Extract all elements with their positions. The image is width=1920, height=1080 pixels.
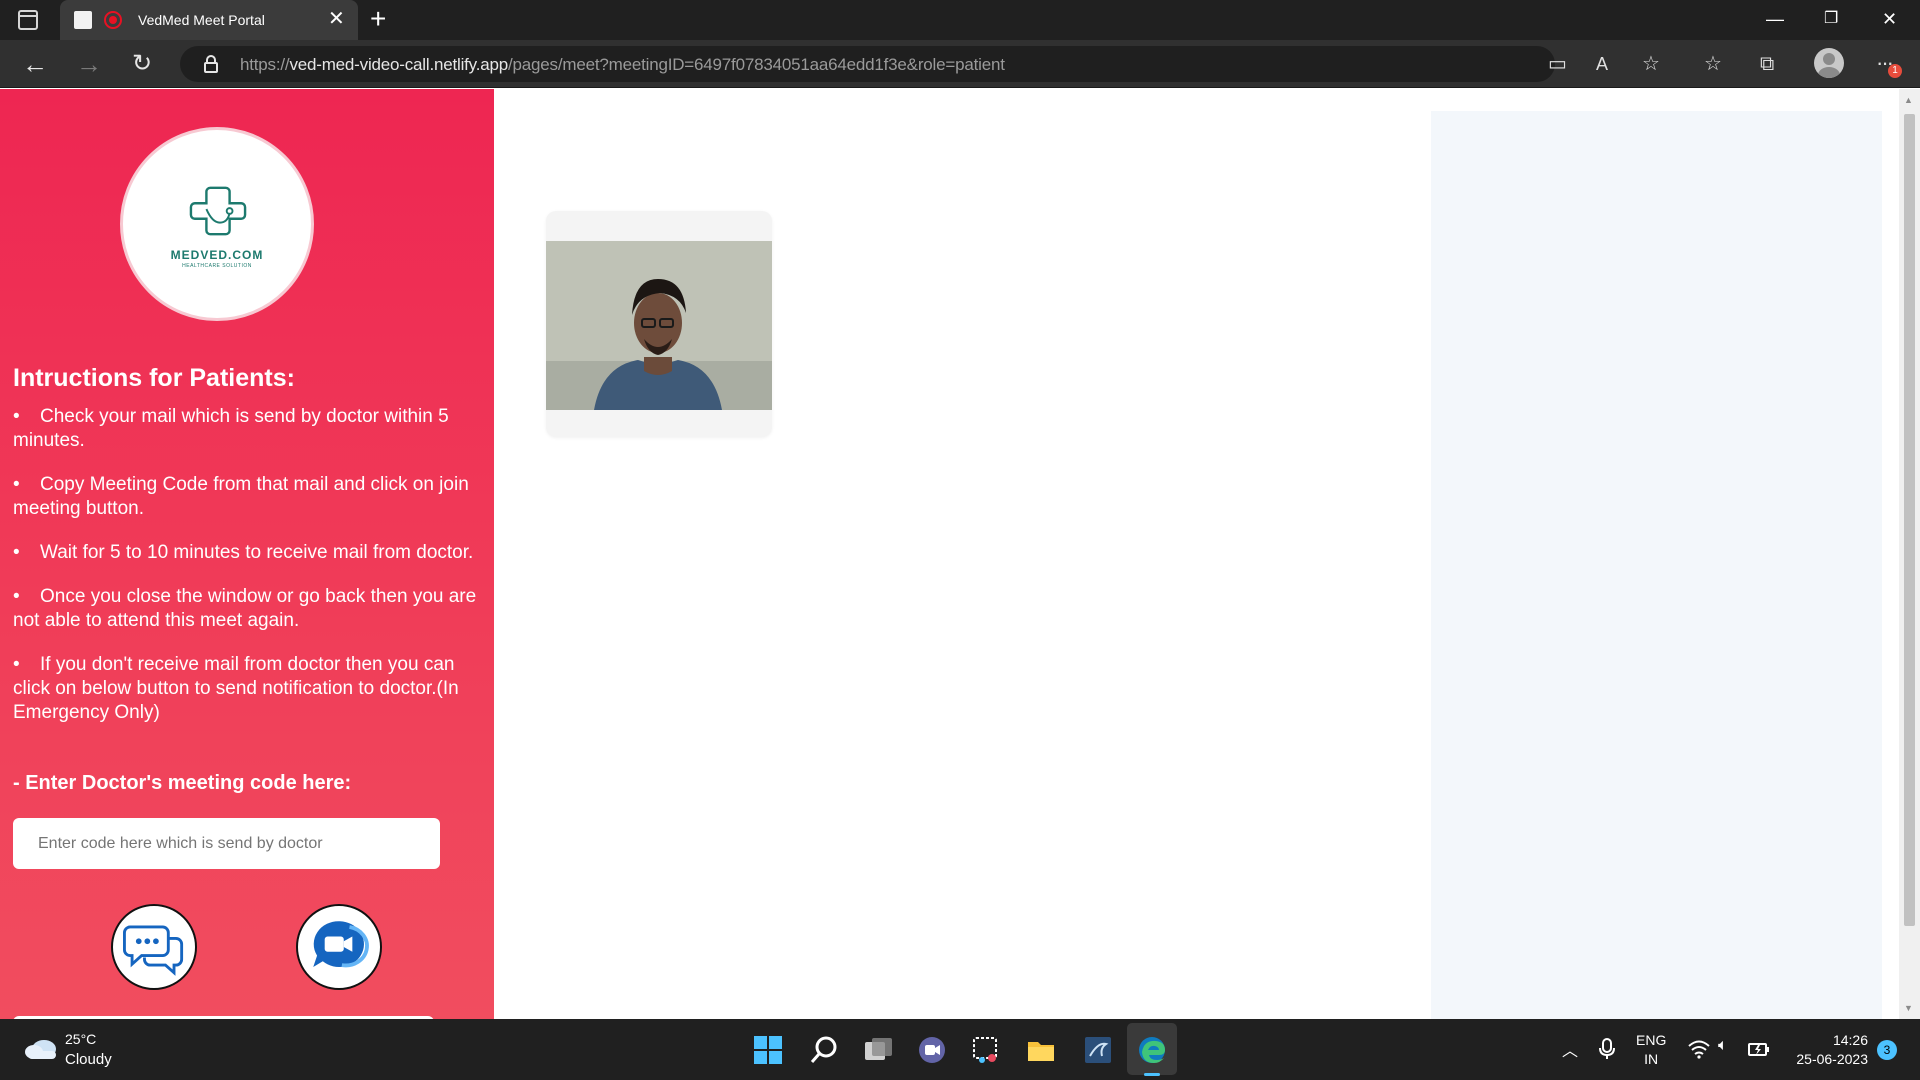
wifi-icon[interactable] (1688, 1039, 1710, 1059)
sql-server-icon[interactable] (1082, 1034, 1114, 1066)
show-hidden-icons-button[interactable]: ︿ (1562, 1037, 1578, 1061)
close-window-button[interactable]: ✕ (1882, 8, 1897, 30)
tab-title: VedMed Meet Portal (138, 12, 265, 28)
address-bar-row: ← → ↻ https://ved-med-video-call.netlify… (0, 40, 1920, 88)
language-indicator[interactable]: ENG IN (1636, 1031, 1666, 1069)
search-icon[interactable] (808, 1034, 840, 1066)
start-video-call-button[interactable] (296, 904, 382, 990)
medved-logo: MEDVED.COM HEALTHCARE SOLUTION (120, 127, 314, 321)
url-text[interactable]: https://ved-med-video-call.netlify.app/p… (240, 55, 1005, 75)
camera-feed (546, 241, 772, 410)
volume-icon[interactable]: 🔈︎ (1718, 1037, 1728, 1055)
teams-chat-icon[interactable] (916, 1034, 948, 1066)
read-aloud-icon[interactable]: A (1596, 52, 1608, 76)
minimize-button[interactable]: — (1766, 8, 1784, 30)
camera-permission-icon[interactable]: ▭ (1548, 52, 1567, 76)
add-favorite-icon[interactable]: ☆ (1642, 52, 1660, 76)
tab-actions-icon[interactable] (18, 10, 38, 30)
notification-center-badge[interactable]: 3 (1877, 1040, 1897, 1060)
close-tab-icon[interactable]: ✕ (328, 8, 345, 30)
browser-title-bar: VedMed Meet Portal ✕ + — ❐ ✕ (0, 0, 1920, 40)
scroll-up-arrow-icon[interactable]: ▲ (1904, 95, 1913, 105)
logo-name: MEDVED.COM (170, 248, 264, 262)
system-clock[interactable]: 14:26 25-06-2023 (1780, 1031, 1868, 1069)
lock-icon[interactable] (204, 55, 218, 73)
page-favicon-icon (74, 11, 92, 29)
windows-taskbar: 25°C Cloudy ︿ ENG IN 🔈︎ 14:26 25-06-2023… (0, 1019, 1920, 1080)
weather-temperature[interactable]: 25°C (65, 1031, 96, 1047)
instruction-item: • Copy Meeting Code from that mail and cl… (13, 474, 469, 519)
participant-video-image (546, 241, 772, 410)
start-menu-icon[interactable] (752, 1034, 784, 1066)
browser-tab[interactable]: VedMed Meet Portal ✕ (60, 0, 358, 40)
refresh-button[interactable]: ↻ (132, 50, 152, 78)
instruction-item: • Check your mail which is send by doctor… (13, 406, 449, 451)
edge-browser-icon[interactable] (1136, 1034, 1168, 1066)
video-call-icon (313, 921, 369, 968)
new-tab-button[interactable]: + (370, 4, 386, 34)
local-video-tile (546, 211, 772, 437)
profile-avatar[interactable] (1814, 48, 1844, 78)
active-app-indicator (1144, 1073, 1160, 1076)
instruction-item: • Wait for 5 to 10 minutes to receive mai… (13, 542, 474, 563)
instructions-sidebar: MEDVED.COM HEALTHCARE SOLUTION Intructio… (0, 89, 494, 1019)
notify-doctor-chat-button[interactable] (111, 904, 197, 990)
microphone-icon[interactable] (1596, 1037, 1618, 1061)
file-explorer-icon[interactable] (1025, 1034, 1057, 1066)
scroll-down-arrow-icon[interactable]: ▼ (1904, 1003, 1913, 1013)
medical-cross-icon (189, 186, 247, 236)
instruction-item: • Once you close the window or go back th… (13, 586, 477, 631)
cloudy-weather-icon[interactable] (24, 1037, 58, 1059)
instructions-list: • Check your mail which is send by doctor… (13, 405, 485, 745)
page-content: MEDVED.COM HEALTHCARE SOLUTION Intructio… (0, 89, 1920, 1019)
url-field[interactable]: https://ved-med-video-call.netlify.app/p… (180, 46, 1555, 82)
forward-button[interactable]: → (76, 50, 102, 78)
recording-indicator-icon (104, 11, 122, 29)
instruction-item: • If you don't receive mail from doctor t… (13, 654, 459, 723)
task-view-icon[interactable] (862, 1034, 894, 1066)
restore-button[interactable]: ❐ (1824, 8, 1838, 30)
instructions-title: Intructions for Patients: (13, 364, 295, 392)
page-scrollbar[interactable]: ▲ ▼ (1899, 89, 1920, 1019)
battery-charging-icon[interactable] (1748, 1039, 1770, 1059)
collections-icon[interactable]: ⧉ (1760, 52, 1774, 76)
notification-badge: 1 (1888, 64, 1902, 78)
weather-description[interactable]: Cloudy (65, 1051, 112, 1068)
logo-tagline: HEALTHCARE SOLUTION (182, 263, 252, 269)
meeting-code-input[interactable] (13, 818, 440, 869)
snipping-tool-icon[interactable] (970, 1034, 1002, 1066)
scroll-thumb[interactable] (1904, 114, 1915, 926)
participants-panel (1431, 111, 1882, 1019)
back-button[interactable]: ← (22, 50, 48, 78)
favorites-icon[interactable]: ☆ (1704, 52, 1722, 76)
meeting-code-label: - Enter Doctor's meeting code here: (13, 772, 352, 794)
chat-bubbles-icon (123, 925, 184, 976)
